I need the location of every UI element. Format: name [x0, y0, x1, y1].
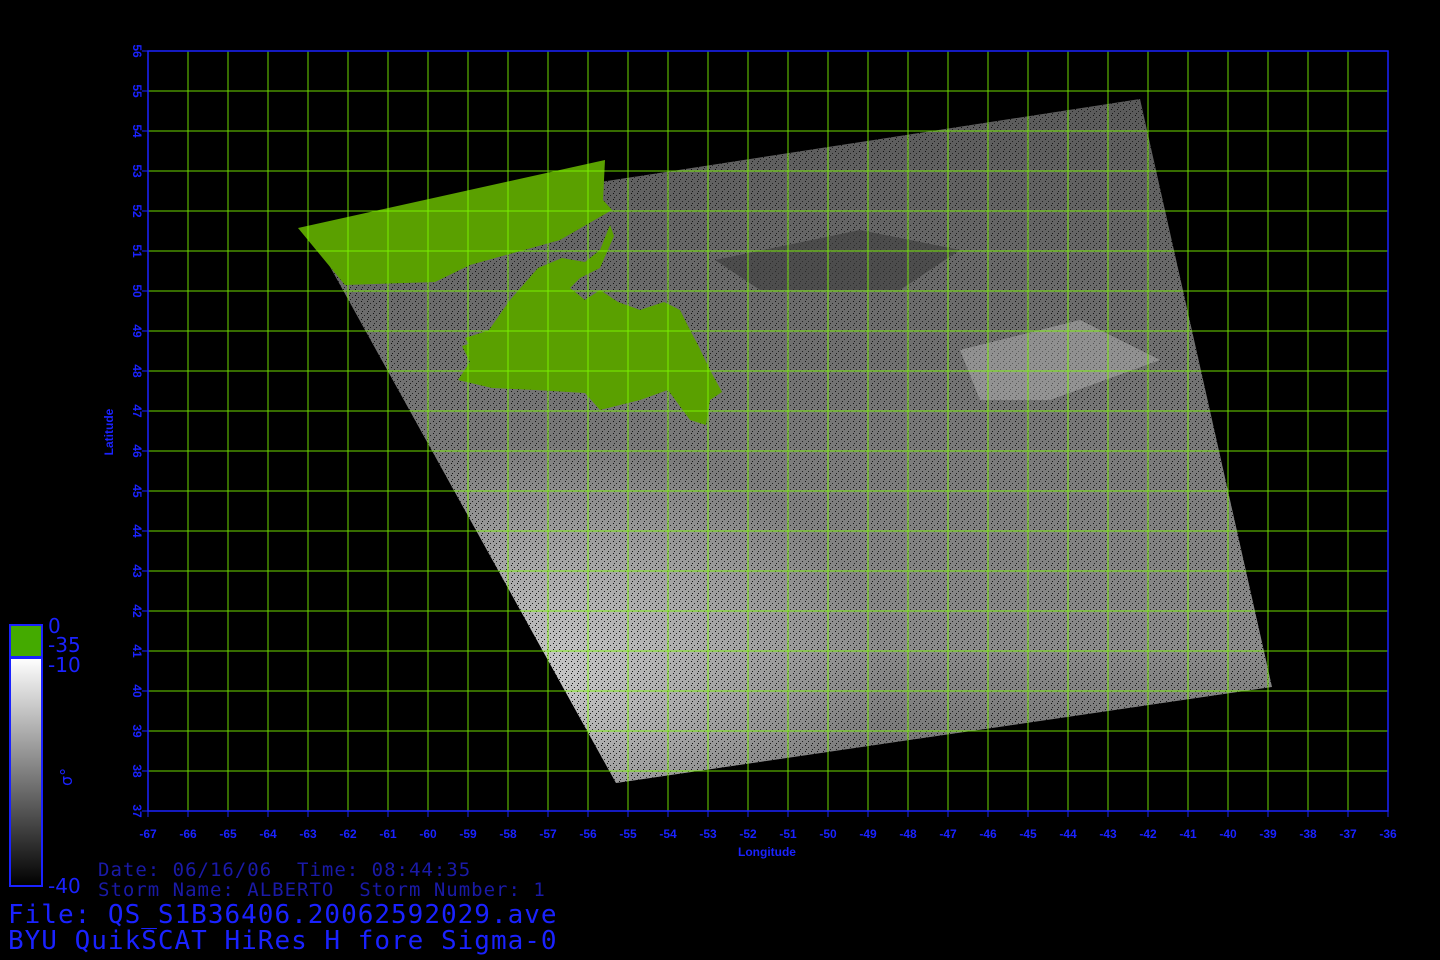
product-line: BYU QuikSCAT HiRes H fore Sigma-0	[8, 926, 558, 956]
colorbar-label-max: -10	[48, 653, 81, 677]
lon-tick-label: -65	[219, 827, 237, 841]
lat-tick-label: 52	[130, 204, 144, 218]
lat-tick-label: 44	[130, 524, 144, 538]
longitude-tick-labels: -67 -66 -65 -64 -63 -62 -61 -60 -59 -58 -57 -56 -55 -…	[139, 827, 1397, 841]
lon-tick-label: -39	[1259, 827, 1277, 841]
lon-tick-label: -61	[379, 827, 397, 841]
lon-tick-label: -57	[539, 827, 557, 841]
lon-tick-label: -41	[1179, 827, 1197, 841]
colorbar-gradient	[9, 657, 43, 887]
lat-tick-label: 40	[130, 684, 144, 698]
lon-tick-label: -49	[859, 827, 877, 841]
colorbar-land-swatch	[9, 624, 43, 658]
lat-tick-label: 45	[130, 484, 144, 498]
lon-tick-label: -50	[819, 827, 837, 841]
lon-tick-label: -53	[699, 827, 717, 841]
sigma0-map: -67 -66 -65 -64 -63 -62 -61 -60 -59 -58 -57 -56 -55 -…	[9, 44, 1397, 898]
lat-tick-label: 38	[130, 764, 144, 778]
lon-tick-label: -44	[1059, 827, 1077, 841]
colorbar-symbol: σ°	[57, 768, 76, 786]
lon-tick-label: -37	[1339, 827, 1357, 841]
storm-line: Storm Name: ALBERTO Storm Number: 1	[98, 879, 546, 901]
x-axis-title: Longitude	[738, 845, 796, 859]
lon-tick-label: -51	[779, 827, 797, 841]
lat-tick-label: 39	[130, 724, 144, 738]
lat-tick-label: 49	[130, 324, 144, 338]
lon-tick-label: -45	[1019, 827, 1037, 841]
lon-tick-label: -63	[299, 827, 317, 841]
lon-tick-label: -58	[499, 827, 517, 841]
lon-tick-label: -46	[979, 827, 997, 841]
lon-tick-label: -40	[1219, 827, 1237, 841]
lon-tick-label: -66	[179, 827, 197, 841]
lon-tick-label: -43	[1099, 827, 1117, 841]
lat-tick-label: 46	[130, 444, 144, 458]
latitude-tick-labels: 37 38 39 40 41 42 43 44 45 46 47 48 49 50 51 52 53 54 55 56	[130, 44, 144, 818]
lat-tick-label: 48	[130, 364, 144, 378]
lat-tick-label: 55	[130, 84, 144, 98]
lat-tick-label: 37	[130, 804, 144, 818]
lat-tick-label: 54	[130, 124, 144, 138]
lat-tick-label: 41	[130, 644, 144, 658]
lon-tick-label: -59	[459, 827, 477, 841]
lat-tick-label: 56	[130, 44, 144, 58]
lat-tick-label: 53	[130, 164, 144, 178]
colorbar-label-min: -40	[48, 874, 81, 898]
y-axis-title: Latitude	[102, 408, 116, 455]
lat-tick-label: 42	[130, 604, 144, 618]
lon-tick-label: -52	[739, 827, 757, 841]
date-time-line: Date: 06/16/06 Time: 08:44:35	[98, 859, 472, 881]
lat-tick-label: 50	[130, 284, 144, 298]
lon-tick-label: -64	[259, 827, 277, 841]
lon-tick-label: -47	[939, 827, 957, 841]
lon-tick-label: -62	[339, 827, 357, 841]
lat-tick-label: 51	[130, 244, 144, 258]
lon-tick-label: -36	[1379, 827, 1397, 841]
lon-tick-label: -55	[619, 827, 637, 841]
colorbar: 0 -35 -10 -40 σ°	[9, 614, 81, 898]
lon-tick-label: -48	[899, 827, 917, 841]
lat-tick-label: 43	[130, 564, 144, 578]
lon-tick-label: -56	[579, 827, 597, 841]
lon-tick-label: -60	[419, 827, 437, 841]
lon-tick-label: -42	[1139, 827, 1157, 841]
lon-tick-label: -38	[1299, 827, 1317, 841]
lon-tick-label: -67	[139, 827, 157, 841]
lat-tick-label: 47	[130, 404, 144, 418]
file-line: File: QS_S1B36406.20062592029.ave	[8, 900, 558, 930]
lon-tick-label: -54	[659, 827, 677, 841]
